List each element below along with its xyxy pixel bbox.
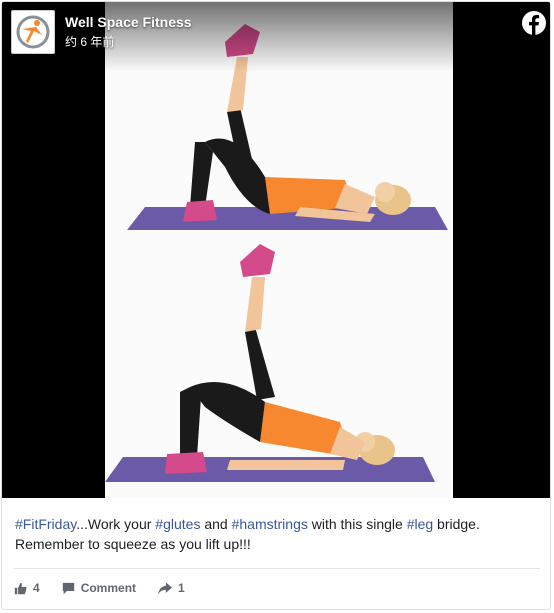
share-arrow-icon <box>158 581 173 594</box>
page-avatar[interactable] <box>11 10 55 54</box>
figure-shorts <box>190 382 265 442</box>
share-button[interactable]: 1 <box>158 581 185 595</box>
raised-leg <box>245 277 265 332</box>
single-leg-bridge-illustration <box>105 24 448 482</box>
facebook-post-card: Well Space Fitness 约 6 年前 #FitFriday...W… <box>1 1 551 610</box>
figure-shoe <box>183 200 217 222</box>
like-button[interactable]: 4 <box>14 581 40 595</box>
comment-bubble-icon <box>62 582 74 594</box>
post-caption: #FitFriday...Work your #glutes and #hams… <box>15 514 535 554</box>
caption-text: and <box>200 516 232 532</box>
hashtag-link[interactable]: #hamstrings <box>232 516 308 532</box>
hashtag-link[interactable]: #glutes <box>155 516 200 532</box>
thumbs-up-icon <box>14 582 27 594</box>
caption-text: with this single <box>307 516 407 532</box>
caption-text: ...Work your <box>76 516 156 532</box>
comment-label: Comment <box>80 581 137 595</box>
hashtag-link[interactable]: #FitFriday <box>15 516 76 532</box>
figure-shoe <box>165 452 207 474</box>
hashtag-link[interactable]: #leg <box>407 516 433 532</box>
like-count: 4 <box>33 581 40 595</box>
page-name[interactable]: Well Space Fitness <box>65 14 192 30</box>
exercise-photo[interactable] <box>105 2 453 498</box>
post-media[interactable]: Well Space Fitness 约 6 年前 <box>2 2 550 498</box>
facebook-logo-icon[interactable] <box>522 11 546 35</box>
share-count: 1 <box>178 581 185 595</box>
divider <box>14 568 540 569</box>
fitness-logo-icon <box>16 15 50 49</box>
comment-button[interactable]: Comment <box>62 581 136 595</box>
post-actions: 4 Comment 1 <box>14 579 207 597</box>
post-timestamp[interactable]: 约 6 年前 <box>65 33 114 50</box>
